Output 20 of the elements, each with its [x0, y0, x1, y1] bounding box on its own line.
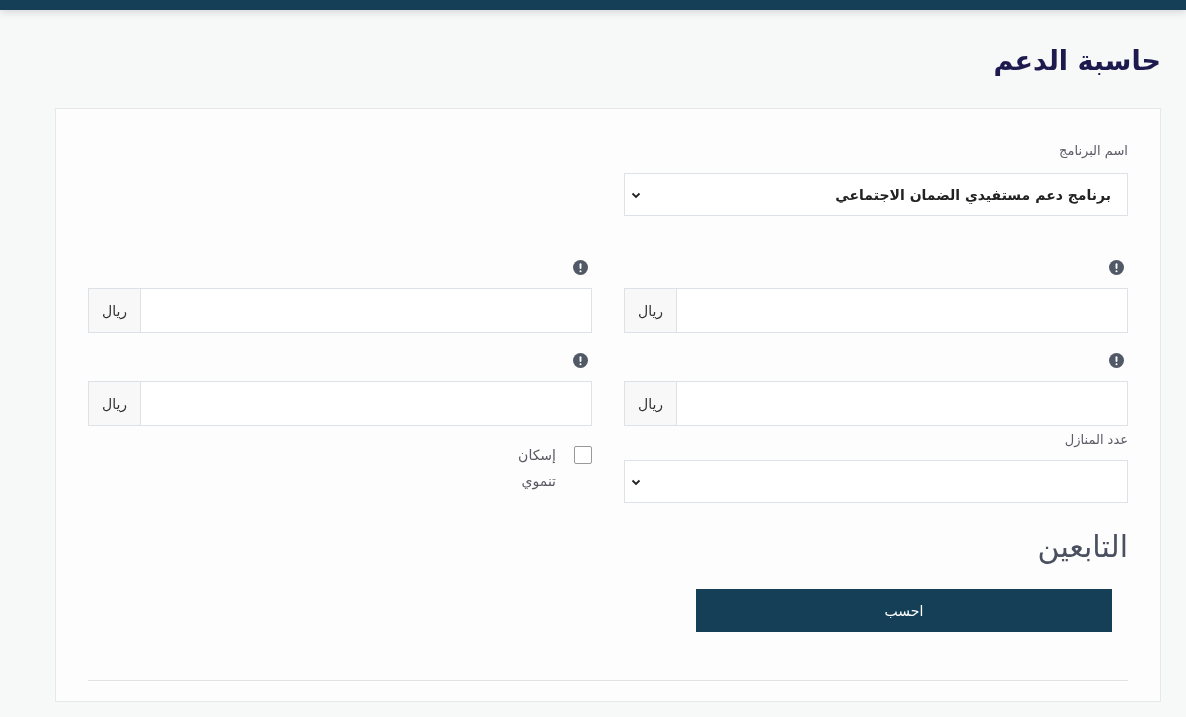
amount-field[interactable]: ريال — [624, 288, 1128, 333]
field-label: اسم البرنامج — [1058, 142, 1128, 161]
currency-addon: ريال — [89, 382, 141, 425]
info-icon[interactable] — [573, 260, 588, 275]
page-title: حاسبة الدعم — [992, 44, 1161, 78]
currency-addon: ريال — [625, 289, 677, 332]
info-icon[interactable] — [1109, 260, 1124, 275]
calculate-button[interactable]: احسب — [696, 589, 1112, 632]
program-select[interactable]: برنامج دعم مستفيدي الضمان الاجتماعي — [624, 173, 1128, 216]
currency-addon: ريال — [625, 382, 677, 425]
checkbox[interactable] — [574, 446, 592, 464]
field-label: عدد المنازل — [1063, 431, 1128, 449]
currency-addon: ريال — [89, 289, 141, 332]
amount-field[interactable]: ريال — [88, 381, 592, 426]
info-icon[interactable] — [573, 353, 588, 368]
checkbox-label: إسكان تنموي — [517, 446, 556, 492]
amount-field[interactable]: ريال — [88, 288, 592, 333]
section-heading: التابعين — [1036, 528, 1128, 566]
amount-field[interactable]: ريال — [624, 381, 1128, 426]
info-icon[interactable] — [1109, 353, 1124, 368]
